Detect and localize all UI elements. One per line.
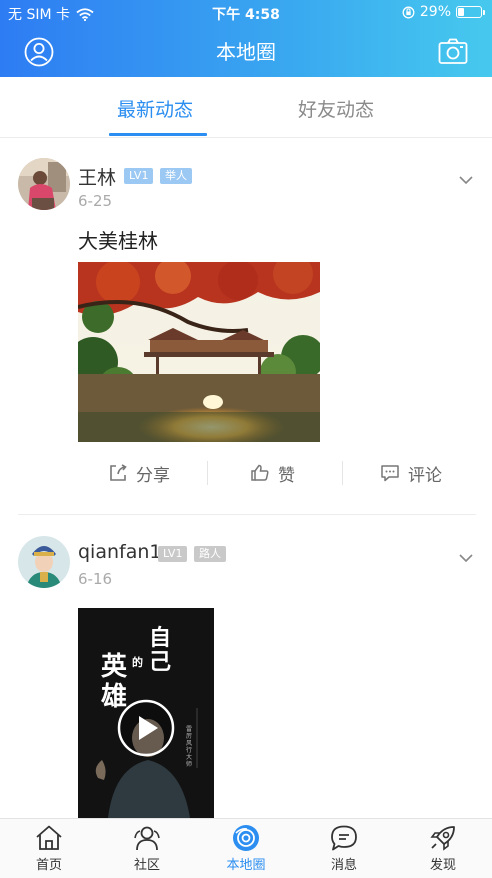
comment-label: 评论	[408, 465, 442, 486]
battery-fill	[458, 8, 464, 16]
share-icon	[110, 464, 127, 481]
message-icon	[331, 825, 357, 851]
video-caption: 雷厉风行大师	[186, 726, 193, 768]
tab-messages[interactable]: 消息	[309, 824, 379, 873]
home-icon	[36, 825, 62, 850]
action-divider	[207, 461, 208, 485]
post-date: 6-16	[78, 570, 113, 588]
post-text: 大美桂林	[78, 229, 158, 253]
tab-local-circle[interactable]: 本地圈	[211, 824, 281, 873]
battery-percent: 29%	[419, 4, 451, 20]
play-icon[interactable]	[116, 698, 176, 758]
thumbs-up-icon	[251, 464, 269, 481]
post-card: qianfan1 LV1 路人 6-16 自己 的 英雄 雷厉风行大师	[0, 516, 492, 818]
comment-button[interactable]: 评论	[380, 456, 442, 490]
tab-community-label: 社区	[133, 858, 160, 873]
post-username[interactable]: qianfan1	[78, 541, 162, 563]
share-button[interactable]: 分享	[108, 456, 170, 490]
action-divider	[342, 461, 343, 485]
tab-friends[interactable]: 好友动态	[298, 95, 374, 122]
app-root: 无 SIM 卡 下午 4:58 29% 本地圈 最新动态 好友动态 王林 LV1…	[0, 0, 492, 878]
feed-tabs: 最新动态 好友动态	[0, 77, 492, 138]
role-badge: 举人	[160, 168, 192, 184]
avatar-image	[18, 536, 70, 588]
post-divider	[18, 514, 476, 515]
post-actions: 分享 赞 评论	[78, 456, 476, 490]
role-badge: 路人	[194, 546, 226, 562]
status-right: 29%	[402, 4, 485, 20]
like-label: 赞	[278, 465, 295, 486]
tab-community[interactable]: 社区	[112, 824, 182, 873]
post-username[interactable]: 王林	[78, 163, 116, 190]
bottom-tab-bar: 首页 社区 本地圈 消息 发现	[0, 818, 492, 878]
camera-icon[interactable]	[438, 37, 468, 65]
header: 无 SIM 卡 下午 4:58 29% 本地圈	[0, 0, 492, 77]
video-title-line-1: 自己	[148, 625, 171, 675]
post-date: 6-25	[78, 192, 113, 210]
chevron-down-icon[interactable]	[458, 172, 474, 188]
post-card: 王林 LV1 举人 6-25 大美桂林 分享 赞 评论	[0, 138, 492, 518]
tab-discover[interactable]: 发现	[408, 824, 478, 873]
tab-home-label: 首页	[35, 858, 62, 873]
tab-discover-label: 发现	[429, 858, 456, 873]
status-bar: 无 SIM 卡 下午 4:58 29%	[0, 0, 492, 26]
tab-messages-label: 消息	[330, 858, 357, 873]
avatar[interactable]	[18, 158, 70, 210]
avatar-image	[18, 158, 70, 210]
local-circle-icon	[233, 825, 259, 851]
chevron-down-icon[interactable]	[458, 550, 474, 566]
orientation-lock-icon	[402, 6, 415, 18]
video-title-line-2: 的	[132, 656, 143, 669]
rocket-icon	[430, 826, 455, 851]
avatar[interactable]	[18, 536, 70, 588]
level-badge: LV1	[124, 168, 154, 184]
like-button[interactable]: 赞	[250, 456, 295, 490]
tab-latest[interactable]: 最新动态	[117, 95, 193, 122]
community-icon	[134, 826, 160, 851]
tab-home[interactable]: 首页	[14, 824, 84, 873]
active-tab-indicator	[109, 133, 207, 136]
page-title: 本地圈	[216, 40, 276, 64]
navbar: 本地圈	[0, 26, 492, 77]
level-badge: LV1	[158, 546, 188, 562]
post-image[interactable]	[78, 262, 320, 442]
battery-icon	[456, 6, 485, 18]
post-video[interactable]: 自己 的 英雄 雷厉风行大师	[78, 608, 214, 818]
tab-local-circle-label: 本地圈	[226, 858, 266, 873]
comment-icon	[381, 465, 399, 482]
share-label: 分享	[136, 465, 170, 486]
